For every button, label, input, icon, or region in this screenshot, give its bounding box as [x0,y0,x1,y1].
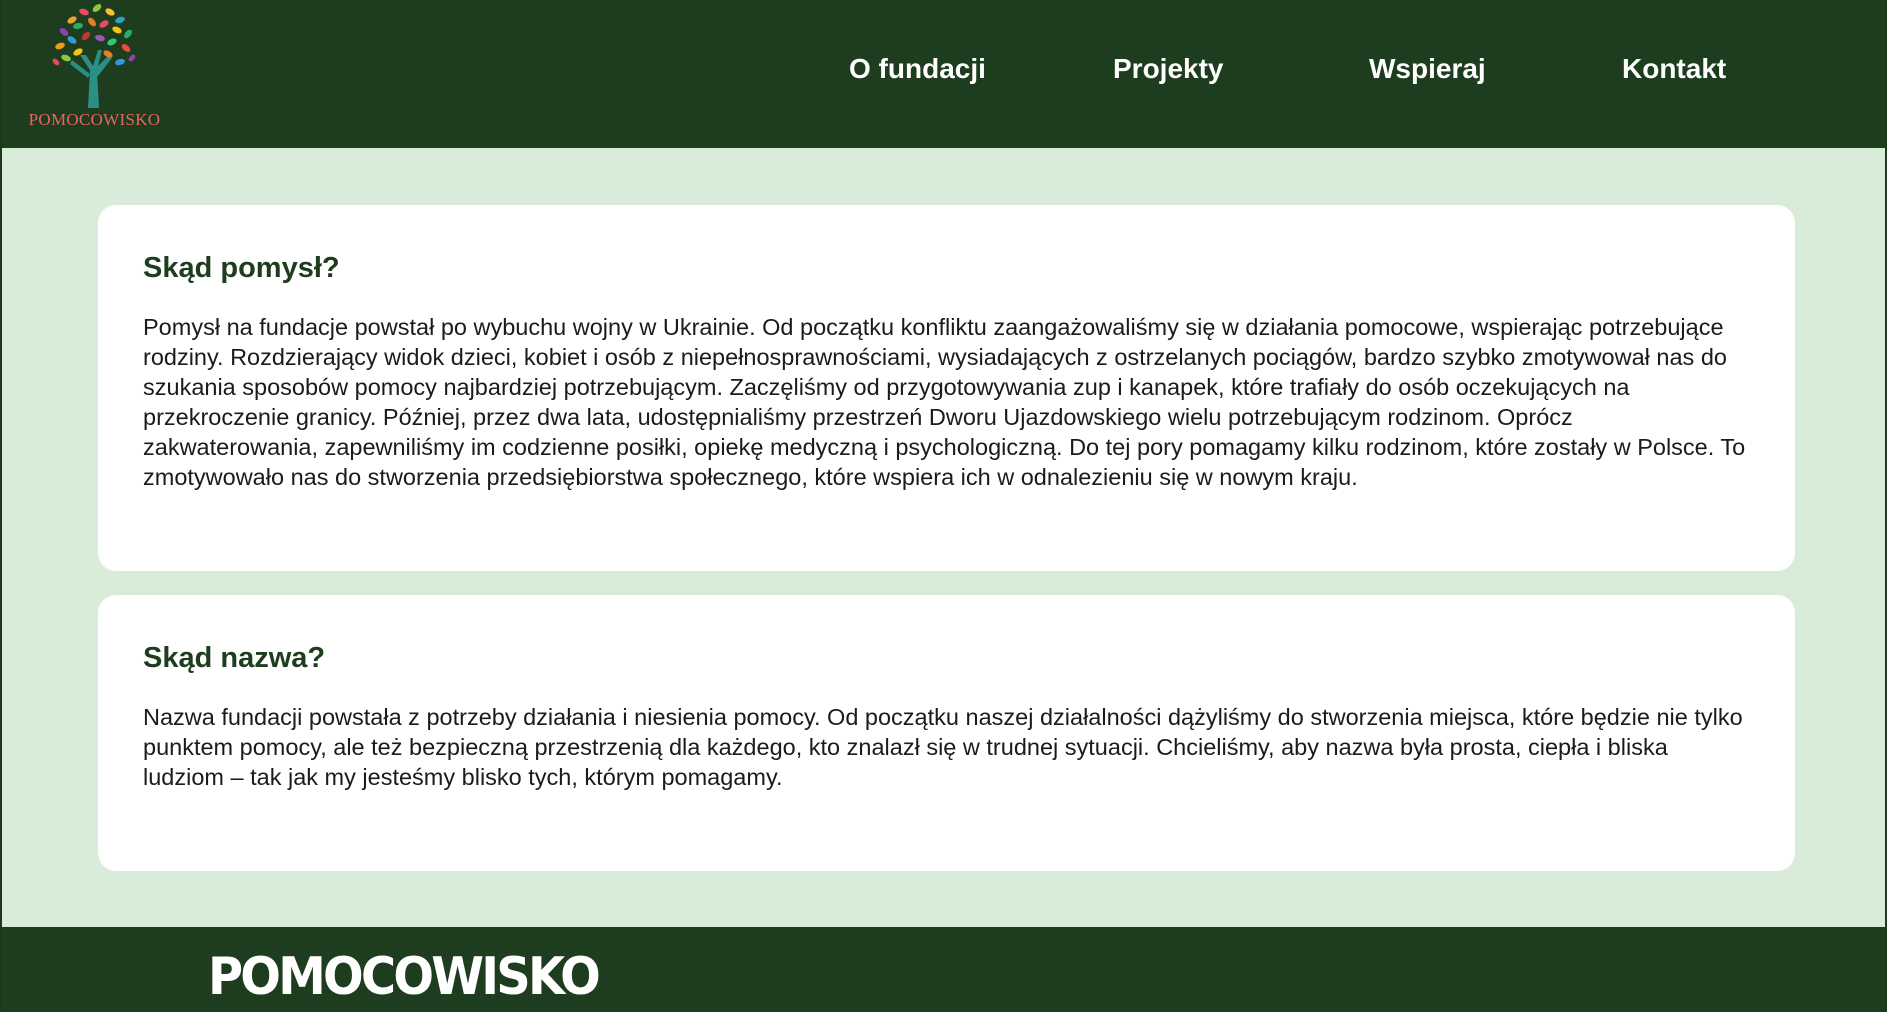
section-card-idea: Skąd pomysł? Pomysł na fundacje powstał … [98,205,1795,571]
tree-logo-icon [52,4,136,108]
logo-text: POMOCOWISKO [28,110,161,129]
logo[interactable]: POMOCOWISKO [22,0,167,140]
nav-item-wspieraj[interactable]: Wspieraj [1369,53,1486,85]
section-title: Skąd pomysł? [143,252,340,284]
footer-brand: POMOCOWISKO [208,947,601,1007]
section-title: Skąd nazwa? [143,642,326,674]
section-body: Nazwa fundacji powstała z potrzeby dział… [143,704,1743,790]
site-header: POMOCOWISKO O fundacji Projekty Wspieraj… [2,0,1885,148]
nav-item-projekty[interactable]: Projekty [1113,53,1224,85]
nav-item-kontakt[interactable]: Kontakt [1622,53,1726,85]
page: POMOCOWISKO O fundacji Projekty Wspieraj… [0,0,1887,1012]
main-nav: O fundacji Projekty Wspieraj Kontakt [785,0,1885,148]
nav-item-o-fundacji[interactable]: O fundacji [849,53,986,85]
site-footer: POMOCOWISKO [2,927,1885,1012]
section-card-name: Skąd nazwa? Nazwa fundacji powstała z po… [98,595,1795,871]
section-body: Pomysł na fundacje powstał po wybuchu wo… [143,314,1746,490]
